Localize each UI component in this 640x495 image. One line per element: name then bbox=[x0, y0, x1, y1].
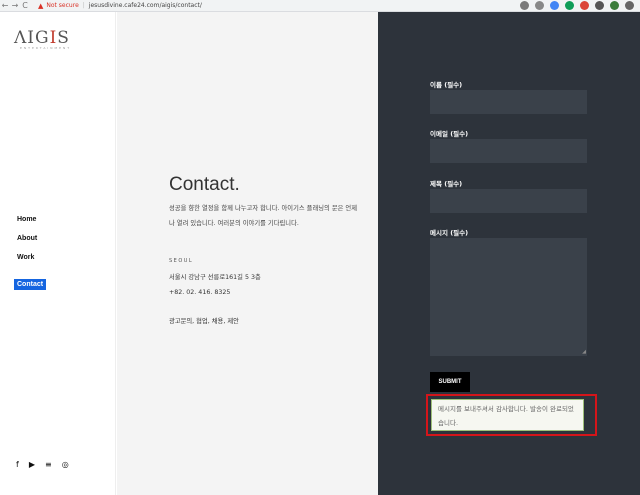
extension-icon[interactable] bbox=[550, 1, 559, 10]
browser-toolbar: ← → C ▲ Not secure | jesusdivine.cafe24.… bbox=[0, 0, 640, 12]
contact-info-panel: Contact. 성공을 향한 열정을 함께 나누고자 합니다. 아이기스 플래… bbox=[117, 12, 378, 495]
address-bar[interactable]: jesusdivine.cafe24.com/aigis/contact/ bbox=[89, 2, 202, 9]
city-label: SEOUL bbox=[169, 258, 194, 264]
profile-icon[interactable] bbox=[610, 1, 619, 10]
page-title: Contact. bbox=[169, 174, 240, 195]
address: 서울시 강남구 선릉로161길 5 3층 bbox=[169, 274, 261, 281]
back-icon[interactable]: ← bbox=[0, 1, 10, 10]
nav-item-work[interactable]: Work bbox=[14, 252, 46, 263]
social-links: f ▶ ≡ ◎ bbox=[16, 460, 69, 469]
sidebar: ΛIGIS ENTERTAINMENT Home About Work Cont… bbox=[0, 12, 116, 495]
facebook-icon[interactable]: f bbox=[16, 460, 19, 469]
menu-icon[interactable] bbox=[625, 1, 634, 10]
translate-icon[interactable] bbox=[520, 1, 529, 10]
logo-text-end: S bbox=[57, 28, 70, 48]
extension-icon[interactable] bbox=[565, 1, 574, 10]
resize-handle-icon[interactable]: ◢ bbox=[582, 349, 586, 355]
logo-text: ΛIG bbox=[14, 28, 50, 48]
address-block: 서울시 강남구 선릉로161길 5 3층 +82. 02. 416. 8325 bbox=[169, 270, 261, 300]
not-secure-label[interactable]: Not secure bbox=[46, 2, 78, 9]
logo-subtitle: ENTERTAINMENT bbox=[20, 46, 72, 50]
submit-button[interactable]: SUBMIT bbox=[430, 372, 470, 392]
subject-field[interactable] bbox=[430, 189, 587, 213]
instagram-icon[interactable]: ◎ bbox=[62, 460, 69, 469]
nav-item-home[interactable]: Home bbox=[14, 214, 46, 225]
message-label: 메시지 (필수) bbox=[430, 229, 469, 237]
subject-label: 제목 (필수) bbox=[430, 180, 463, 188]
email-label: 이메일 (필수) bbox=[430, 130, 469, 138]
logo[interactable]: ΛIGIS bbox=[14, 28, 70, 48]
extension-icon[interactable] bbox=[595, 1, 604, 10]
nav-item-contact[interactable]: Contact bbox=[14, 279, 47, 290]
star-icon[interactable] bbox=[535, 1, 544, 10]
name-label: 이름 (필수) bbox=[430, 81, 463, 89]
extension-icon[interactable] bbox=[580, 1, 589, 10]
url-separator: | bbox=[82, 2, 85, 9]
highlight-box bbox=[426, 394, 597, 436]
main-nav: Home About Work Contact bbox=[14, 214, 47, 298]
name-field[interactable] bbox=[430, 90, 587, 114]
phone: +82. 02. 416. 8325 bbox=[169, 289, 231, 296]
reload-icon[interactable]: C bbox=[20, 1, 30, 10]
message-field[interactable]: ◢ bbox=[430, 238, 587, 356]
rss-icon[interactable]: ≡ bbox=[45, 460, 52, 469]
nav-item-about[interactable]: About bbox=[14, 233, 46, 244]
forward-icon[interactable]: → bbox=[10, 1, 20, 10]
email-field[interactable] bbox=[430, 139, 587, 163]
contact-form-panel: 이름 (필수) 이메일 (필수) 제목 (필수) 메시지 (필수) ◢ SUBM… bbox=[378, 12, 640, 495]
inquiry-types: 광고문의, 협업, 채용, 제안 bbox=[169, 318, 239, 325]
extension-icons bbox=[520, 1, 634, 10]
contact-intro: 성공을 향한 열정을 함께 나누고자 합니다. 아이기스 플래닝의 문은 언제나… bbox=[169, 205, 358, 227]
warning-icon: ▲ bbox=[38, 1, 44, 10]
youtube-icon[interactable]: ▶ bbox=[29, 460, 35, 469]
